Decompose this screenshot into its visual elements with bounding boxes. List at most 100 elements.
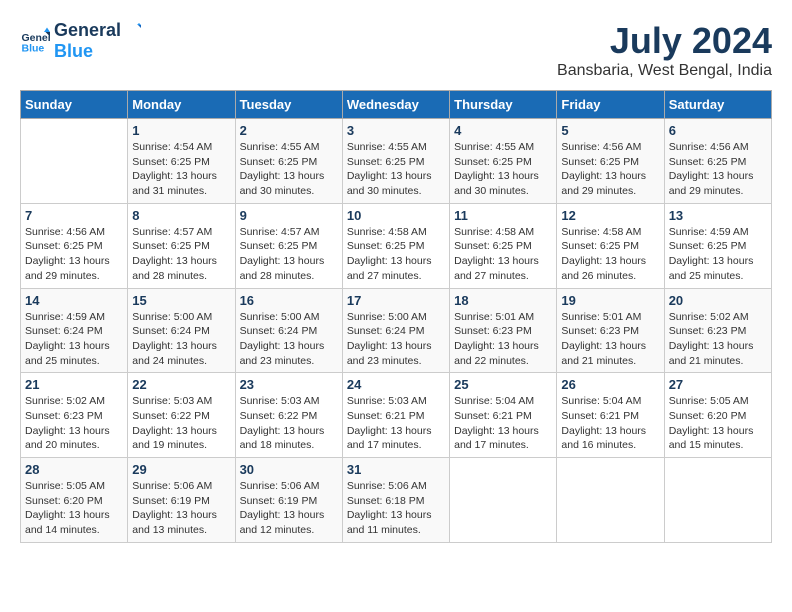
weekday-header-thursday: Thursday (450, 91, 557, 119)
cell-info: Sunrise: 5:04 AM Sunset: 6:21 PM Dayligh… (561, 394, 659, 453)
calendar-cell: 3 Sunrise: 4:55 AM Sunset: 6:25 PM Daylig… (342, 119, 449, 204)
calendar-cell: 7Sunrise: 4:56 AM Sunset: 6:25 PM Daylig… (21, 203, 128, 288)
logo-bird-icon (123, 22, 141, 40)
calendar-cell: 12Sunrise: 4:58 AM Sunset: 6:25 PM Dayli… (557, 203, 664, 288)
cell-info: Sunrise: 5:00 AM Sunset: 6:24 PM Dayligh… (132, 310, 230, 369)
day-number: 1 (132, 123, 230, 138)
calendar-week-row: 7Sunrise: 4:56 AM Sunset: 6:25 PM Daylig… (21, 203, 772, 288)
day-number: 9 (240, 208, 338, 223)
calendar-cell: 24Sunrise: 5:03 AM Sunset: 6:21 PM Dayli… (342, 373, 449, 458)
weekday-header-sunday: Sunday (21, 91, 128, 119)
calendar-cell: 27Sunrise: 5:05 AM Sunset: 6:20 PM Dayli… (664, 373, 771, 458)
calendar-week-row: 21 Sunrise: 5:02 AM Sunset: 6:23 PM Dayli… (21, 373, 772, 458)
logo: General Blue General Blue (20, 20, 141, 62)
calendar-cell (664, 458, 771, 543)
day-number: 5 (561, 123, 659, 138)
weekday-header-saturday: Saturday (664, 91, 771, 119)
calendar-cell: 5Sunrise: 4:56 AM Sunset: 6:25 PM Daylig… (557, 119, 664, 204)
calendar-cell: 6 Sunrise: 4:56 AM Sunset: 6:25 PM Daylig… (664, 119, 771, 204)
day-number: 18 (454, 293, 552, 308)
cell-info: Sunrise: 5:01 AM Sunset: 6:23 PM Dayligh… (561, 310, 659, 369)
calendar-cell (557, 458, 664, 543)
day-number: 6 (669, 123, 767, 138)
calendar-cell: 21 Sunrise: 5:02 AM Sunset: 6:23 PM Dayli… (21, 373, 128, 458)
logo-general: General (54, 20, 121, 41)
calendar-cell: 1 Sunrise: 4:54 AM Sunset: 6:25 PM Daylig… (128, 119, 235, 204)
calendar-cell: 15 Sunrise: 5:00 AM Sunset: 6:24 PM Dayli… (128, 288, 235, 373)
day-number: 17 (347, 293, 445, 308)
cell-info: Sunrise: 4:56 AM Sunset: 6:25 PM Dayligh… (25, 225, 123, 284)
cell-info: Sunrise: 5:02 AM Sunset: 6:23 PM Dayligh… (669, 310, 767, 369)
day-number: 21 (25, 377, 123, 392)
cell-info: Sunrise: 4:59 AM Sunset: 6:24 PM Dayligh… (25, 310, 123, 369)
day-number: 30 (240, 462, 338, 477)
calendar-table: SundayMondayTuesdayWednesdayThursdayFrid… (20, 90, 772, 543)
cell-info: Sunrise: 5:01 AM Sunset: 6:23 PM Dayligh… (454, 310, 552, 369)
day-number: 4 (454, 123, 552, 138)
cell-info: Sunrise: 4:56 AM Sunset: 6:25 PM Dayligh… (669, 140, 767, 199)
calendar-cell: 11Sunrise: 4:58 AM Sunset: 6:25 PM Dayli… (450, 203, 557, 288)
calendar-cell: 31 Sunrise: 5:06 AM Sunset: 6:18 PM Dayli… (342, 458, 449, 543)
calendar-week-row: 1 Sunrise: 4:54 AM Sunset: 6:25 PM Daylig… (21, 119, 772, 204)
day-number: 27 (669, 377, 767, 392)
cell-info: Sunrise: 4:58 AM Sunset: 6:25 PM Dayligh… (347, 225, 445, 284)
logo-blue: Blue (54, 41, 141, 62)
day-number: 3 (347, 123, 445, 138)
logo-icon: General Blue (20, 26, 50, 56)
day-number: 11 (454, 208, 552, 223)
weekday-header-monday: Monday (128, 91, 235, 119)
weekday-header-tuesday: Tuesday (235, 91, 342, 119)
day-number: 26 (561, 377, 659, 392)
title-block: July 2024 Bansbaria, West Bengal, India (557, 20, 772, 80)
day-number: 15 (132, 293, 230, 308)
calendar-cell: 4 Sunrise: 4:55 AM Sunset: 6:25 PM Daylig… (450, 119, 557, 204)
day-number: 2 (240, 123, 338, 138)
cell-info: Sunrise: 4:55 AM Sunset: 6:25 PM Dayligh… (240, 140, 338, 199)
cell-info: Sunrise: 5:05 AM Sunset: 6:20 PM Dayligh… (25, 479, 123, 538)
day-number: 12 (561, 208, 659, 223)
cell-info: Sunrise: 5:06 AM Sunset: 6:19 PM Dayligh… (132, 479, 230, 538)
weekday-header-friday: Friday (557, 91, 664, 119)
cell-info: Sunrise: 5:04 AM Sunset: 6:21 PM Dayligh… (454, 394, 552, 453)
cell-info: Sunrise: 4:54 AM Sunset: 6:25 PM Dayligh… (132, 140, 230, 199)
calendar-cell: 13 Sunrise: 4:59 AM Sunset: 6:25 PM Dayli… (664, 203, 771, 288)
calendar-cell: 20 Sunrise: 5:02 AM Sunset: 6:23 PM Dayli… (664, 288, 771, 373)
month-year-title: July 2024 (557, 20, 772, 62)
cell-info: Sunrise: 4:59 AM Sunset: 6:25 PM Dayligh… (669, 225, 767, 284)
cell-info: Sunrise: 5:03 AM Sunset: 6:22 PM Dayligh… (132, 394, 230, 453)
calendar-cell: 17Sunrise: 5:00 AM Sunset: 6:24 PM Dayli… (342, 288, 449, 373)
calendar-cell (450, 458, 557, 543)
calendar-cell: 9 Sunrise: 4:57 AM Sunset: 6:25 PM Daylig… (235, 203, 342, 288)
calendar-week-row: 28 Sunrise: 5:05 AM Sunset: 6:20 PM Dayli… (21, 458, 772, 543)
calendar-cell: 22 Sunrise: 5:03 AM Sunset: 6:22 PM Dayli… (128, 373, 235, 458)
cell-info: Sunrise: 5:00 AM Sunset: 6:24 PM Dayligh… (240, 310, 338, 369)
cell-info: Sunrise: 4:55 AM Sunset: 6:25 PM Dayligh… (454, 140, 552, 199)
day-number: 22 (132, 377, 230, 392)
calendar-cell: 10Sunrise: 4:58 AM Sunset: 6:25 PM Dayli… (342, 203, 449, 288)
day-number: 31 (347, 462, 445, 477)
cell-info: Sunrise: 5:02 AM Sunset: 6:23 PM Dayligh… (25, 394, 123, 453)
day-number: 13 (669, 208, 767, 223)
calendar-cell: 8Sunrise: 4:57 AM Sunset: 6:25 PM Daylig… (128, 203, 235, 288)
cell-info: Sunrise: 5:06 AM Sunset: 6:18 PM Dayligh… (347, 479, 445, 538)
day-number: 20 (669, 293, 767, 308)
calendar-cell: 18 Sunrise: 5:01 AM Sunset: 6:23 PM Dayli… (450, 288, 557, 373)
calendar-cell: 25Sunrise: 5:04 AM Sunset: 6:21 PM Dayli… (450, 373, 557, 458)
day-number: 28 (25, 462, 123, 477)
day-number: 23 (240, 377, 338, 392)
calendar-cell: 19 Sunrise: 5:01 AM Sunset: 6:23 PM Dayli… (557, 288, 664, 373)
cell-info: Sunrise: 5:03 AM Sunset: 6:22 PM Dayligh… (240, 394, 338, 453)
day-number: 19 (561, 293, 659, 308)
day-number: 8 (132, 208, 230, 223)
calendar-cell (21, 119, 128, 204)
day-number: 29 (132, 462, 230, 477)
day-number: 16 (240, 293, 338, 308)
weekday-header-wednesday: Wednesday (342, 91, 449, 119)
day-number: 24 (347, 377, 445, 392)
calendar-week-row: 14Sunrise: 4:59 AM Sunset: 6:24 PM Dayli… (21, 288, 772, 373)
cell-info: Sunrise: 4:55 AM Sunset: 6:25 PM Dayligh… (347, 140, 445, 199)
calendar-cell: 29 Sunrise: 5:06 AM Sunset: 6:19 PM Dayli… (128, 458, 235, 543)
weekday-header-row: SundayMondayTuesdayWednesdayThursdayFrid… (21, 91, 772, 119)
cell-info: Sunrise: 4:57 AM Sunset: 6:25 PM Dayligh… (240, 225, 338, 284)
cell-info: Sunrise: 5:06 AM Sunset: 6:19 PM Dayligh… (240, 479, 338, 538)
